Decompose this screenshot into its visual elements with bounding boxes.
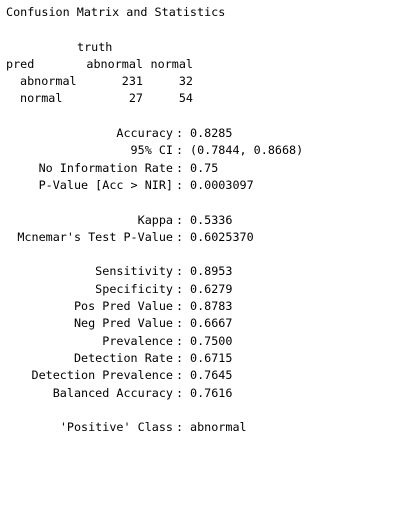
stat-separator: : <box>176 212 184 227</box>
stat-label: Mcnemar's Test P-Value <box>17 229 173 244</box>
stat-separator: : <box>176 333 184 348</box>
positive-class-value: abnormal <box>190 420 247 435</box>
stat-line: No Information Rate : 0.75 <box>0 160 419 177</box>
stat-label: Kappa <box>137 212 173 227</box>
stat-line: Specificity : 0.6279 <box>0 281 419 298</box>
stat-line: Mcnemar's Test P-Value : 0.6025370 <box>0 229 419 246</box>
stat-line: Sensitivity : 0.8953 <box>0 263 419 280</box>
stat-separator: : <box>176 143 184 158</box>
matrix-cell: 27 <box>128 91 143 106</box>
output-title-line: Confusion Matrix and Statistics <box>0 4 419 21</box>
stat-value: 0.8953 <box>190 264 233 279</box>
output-title: Confusion Matrix and Statistics <box>6 5 226 19</box>
pred-label: pred <box>6 56 35 71</box>
stat-line: Kappa : 0.5336 <box>0 212 419 229</box>
positive-class-label: 'Positive' Class <box>59 420 173 435</box>
stat-label: Sensitivity <box>95 264 173 279</box>
stat-line: Accuracy : 0.8285 <box>0 125 419 142</box>
stat-separator: : <box>176 316 184 331</box>
stat-separator: : <box>176 126 184 141</box>
matrix-cell: 231 <box>121 74 143 89</box>
stat-line: Pos Pred Value : 0.8783 <box>0 298 419 315</box>
col-header-abnormal: abnormal <box>86 56 143 71</box>
stat-value: 0.7645 <box>190 368 233 383</box>
stat-label: Accuracy <box>116 126 173 141</box>
stat-separator: : <box>176 420 184 435</box>
row-label-normal: normal <box>20 91 63 106</box>
stat-value: 0.0003097 <box>190 177 254 192</box>
stat-separator: : <box>176 264 184 279</box>
matrix-cell: 32 <box>178 74 193 89</box>
matrix-cell: 54 <box>178 91 193 106</box>
stat-separator: : <box>176 177 184 192</box>
stat-value: (0.7844, 0.8668) <box>190 143 304 158</box>
stat-line: Prevalence : 0.7500 <box>0 333 419 350</box>
stat-value: 0.5336 <box>190 212 233 227</box>
stat-label: Detection Prevalence <box>31 368 173 383</box>
stat-separator: : <box>176 281 184 296</box>
col-header-normal: normal <box>150 56 193 71</box>
matrix-row: normal 27 54 <box>0 90 419 107</box>
matrix-truth-header: truth <box>0 39 419 56</box>
stat-line: P-Value [Acc > NIR] : 0.0003097 <box>0 177 419 194</box>
stat-separator: : <box>176 229 184 244</box>
stat-line: 95% CI : (0.7844, 0.8668) <box>0 142 419 159</box>
stat-value: 0.8783 <box>190 299 233 314</box>
stat-line: Neg Pred Value : 0.6667 <box>0 315 419 332</box>
stat-line: Detection Prevalence : 0.7645 <box>0 367 419 384</box>
stat-value: 0.6279 <box>190 281 233 296</box>
truth-label: truth <box>77 39 113 54</box>
stat-value: 0.7500 <box>190 333 233 348</box>
row-label-abnormal: abnormal <box>20 74 77 89</box>
stat-separator: : <box>176 350 184 365</box>
stat-line: Balanced Accuracy : 0.7616 <box>0 385 419 402</box>
stat-separator: : <box>176 385 184 400</box>
stat-value: 0.6715 <box>190 350 233 365</box>
stat-label: Pos Pred Value <box>73 299 173 314</box>
stat-label: Prevalence <box>102 333 173 348</box>
stat-value: 0.7616 <box>190 385 233 400</box>
stat-label: P-Value [Acc > NIR] <box>38 177 173 192</box>
matrix-row: abnormal 231 32 <box>0 73 419 90</box>
stat-separator: : <box>176 160 184 175</box>
stat-label: No Information Rate <box>38 160 173 175</box>
stat-value: 0.75 <box>190 160 219 175</box>
matrix-column-header: pred abnormal normal <box>0 56 419 73</box>
stat-value: 0.6025370 <box>190 229 254 244</box>
stat-value: 0.8285 <box>190 126 233 141</box>
stat-line: Detection Rate : 0.6715 <box>0 350 419 367</box>
stat-label: 95% CI <box>130 143 173 158</box>
stat-value: 0.6667 <box>190 316 233 331</box>
stat-label: Specificity <box>95 281 173 296</box>
positive-class-line: 'Positive' Class : abnormal <box>0 419 419 436</box>
stat-separator: : <box>176 368 184 383</box>
stat-label: Detection Rate <box>73 350 173 365</box>
stat-label: Balanced Accuracy <box>52 385 173 400</box>
stat-separator: : <box>176 299 184 314</box>
r-console-output: Confusion Matrix and Statistics truth pr… <box>0 0 419 443</box>
stat-label: Neg Pred Value <box>73 316 173 331</box>
